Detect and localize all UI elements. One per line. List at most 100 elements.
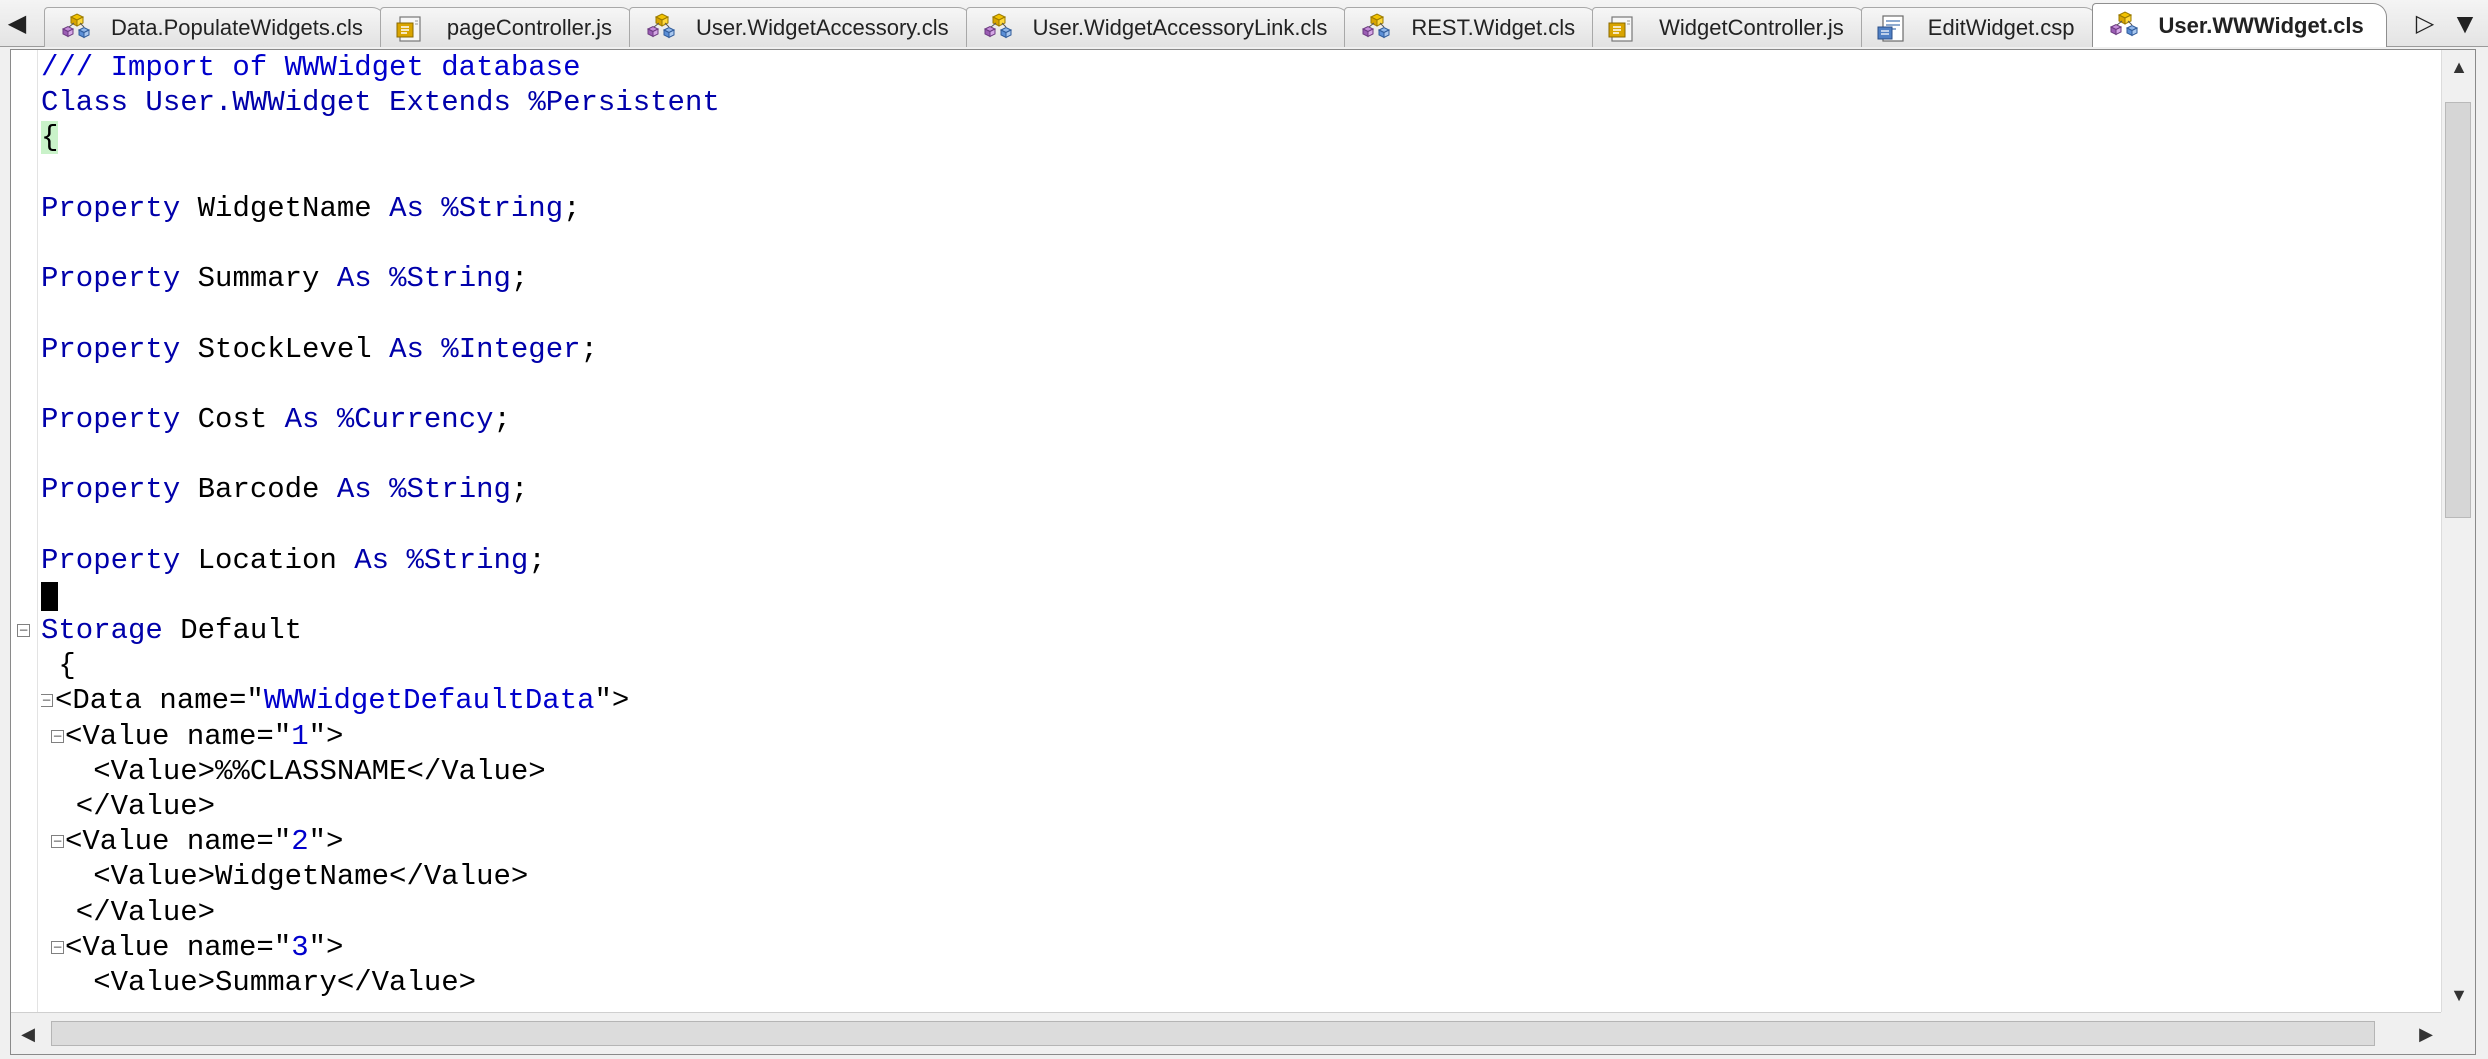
- vertical-scroll-thumb[interactable]: [2445, 102, 2471, 518]
- code-area[interactable]: /// Import of WWWidget database Class Use…: [41, 50, 2451, 1012]
- code-token: Summary: [180, 262, 337, 296]
- keyword-token: As: [389, 332, 424, 366]
- tab-list-dropdown-icon[interactable]: ▼: [2448, 0, 2482, 47]
- code-line: <Data name="WWWidgetDefaultData"> −: [41, 683, 2451, 718]
- keyword-token: %Persistent: [528, 86, 720, 120]
- code-token: ;: [563, 191, 581, 225]
- fold-toggle-icon[interactable]: −: [41, 694, 53, 708]
- code-token: </Value>: [41, 895, 216, 929]
- keyword-token: As: [336, 473, 372, 507]
- code-line: Class User.WWWidget Extends %Persistent: [41, 85, 2451, 120]
- code-line: [41, 578, 2451, 613]
- code-token: <Value name=": [65, 825, 292, 859]
- code-line: <Value name="2"> −: [41, 824, 2451, 859]
- vertical-scrollbar[interactable]: ▲ ▼: [2441, 50, 2475, 1012]
- code-line: <Value>Summary</Value>: [41, 965, 2451, 1000]
- keyword-token: As: [284, 402, 320, 436]
- tab-list: Data.PopulateWidgets.cls pageController.j…: [44, 3, 2398, 47]
- keyword-token: %String: [441, 191, 564, 225]
- keyword-token: Property: [41, 262, 181, 296]
- tab-user-wwwidget-cls[interactable]: User.WWWidget.cls: [2091, 3, 2387, 47]
- tab-pagecontroller-js[interactable]: pageController.js: [379, 7, 636, 47]
- code-token: WidgetName: [180, 191, 390, 225]
- keyword-token: As: [389, 191, 424, 225]
- comment-token: /// Import of WWWidget database: [41, 51, 581, 84]
- code-line: <Value name="3"> −: [41, 930, 2451, 965]
- fold-toggle-icon[interactable]: −: [51, 940, 64, 954]
- scroll-right-icon[interactable]: ▶: [2409, 1013, 2443, 1055]
- horizontal-scrollbar[interactable]: ◀ ▶: [11, 1012, 2443, 1054]
- keyword-token: Storage: [41, 614, 163, 647]
- class-icon: [2107, 10, 2141, 41]
- tab-editwidget-csp[interactable]: EditWidget.csp: [1860, 7, 2098, 47]
- keyword-token: %String: [389, 473, 511, 507]
- code-editor[interactable]: − /// Import of WWWidget database Class U…: [10, 49, 2476, 1055]
- code-token: ">: [308, 825, 344, 859]
- code-token: <Value name=": [65, 930, 292, 964]
- code-token: ">: [594, 684, 630, 718]
- code-token: <Data name=": [55, 684, 264, 718]
- code-token: ;: [580, 332, 598, 366]
- code-token: </Value>: [41, 789, 216, 823]
- code-token: ;: [493, 402, 511, 436]
- keyword-token: %String: [389, 262, 511, 296]
- tab-label: REST.Widget.cls: [1411, 14, 1576, 40]
- fold-margin: −: [11, 50, 38, 1012]
- code-token: <Value>%%CLASSNAME</Value>: [41, 754, 546, 788]
- fold-toggle-icon[interactable]: −: [17, 624, 30, 638]
- scroll-left-icon[interactable]: ◀: [11, 1013, 45, 1055]
- class-icon: [644, 12, 678, 43]
- code-line: Property Cost As %Currency;: [41, 402, 2451, 437]
- editor-tab-bar: ◀ Data.PopulateWidgets.cls pageController…: [0, 0, 2488, 47]
- tab-label: EditWidget.csp: [1927, 14, 2075, 40]
- keyword-token: %String: [406, 543, 529, 577]
- code-token: ">: [308, 930, 344, 964]
- horizontal-scroll-thumb[interactable]: [51, 1021, 2375, 1046]
- keyword-token: As: [354, 543, 390, 577]
- class-icon: [1359, 12, 1393, 43]
- tab-user-widgetaccessorylink-cls[interactable]: User.WidgetAccessoryLink.cls: [965, 7, 1351, 47]
- fold-toggle-icon[interactable]: −: [51, 729, 64, 743]
- keyword-token: Extends: [371, 86, 529, 120]
- code-line: <Value name="1"> −: [41, 719, 2451, 754]
- code-line: Property Summary As %String;: [41, 261, 2451, 296]
- tab-widgetcontroller-js[interactable]: WidgetController.js: [1592, 7, 1867, 47]
- fold-toggle-icon[interactable]: −: [51, 835, 64, 849]
- code-token: ">: [308, 719, 344, 753]
- code-token: <Value>Summary</Value>: [41, 965, 477, 999]
- code-line: <Value>%%CLASSNAME</Value>: [41, 754, 2451, 789]
- scroll-tabs-left-icon[interactable]: ◀: [0, 0, 34, 47]
- tab-label: User.WidgetAccessory.cls: [696, 14, 949, 40]
- code-line: Property StockLevel As %Integer;: [41, 332, 2451, 367]
- code-token: StockLevel: [180, 332, 390, 366]
- keyword-token: Property: [41, 191, 181, 225]
- text-cursor: [41, 581, 58, 611]
- tab-user-widgetaccessory-cls[interactable]: User.WidgetAccessory.cls: [629, 7, 972, 47]
- scroll-up-icon[interactable]: ▲: [2442, 52, 2476, 82]
- tab-data-populatewidgets-cls[interactable]: Data.PopulateWidgets.cls: [44, 7, 386, 47]
- code-line: Storage Default: [41, 613, 2451, 648]
- tab-rest-widget-cls[interactable]: REST.Widget.cls: [1344, 7, 1599, 47]
- scroll-down-icon[interactable]: ▼: [2442, 980, 2476, 1010]
- keyword-token: Property: [41, 543, 181, 577]
- scroll-tabs-right-icon[interactable]: ▷: [2408, 0, 2442, 47]
- code-line: <Value>WidgetName</Value>: [41, 859, 2451, 894]
- tab-label: pageController.js: [446, 14, 613, 40]
- keyword-token: Property: [41, 473, 181, 507]
- code-token: Location: [180, 543, 355, 577]
- keyword-token: %Integer: [441, 332, 581, 366]
- code-token: Cost: [180, 402, 285, 436]
- code-token: <Value name=": [65, 719, 292, 753]
- code-line: Property WidgetName As %String;: [41, 191, 2451, 226]
- keyword-token: Property: [41, 332, 181, 366]
